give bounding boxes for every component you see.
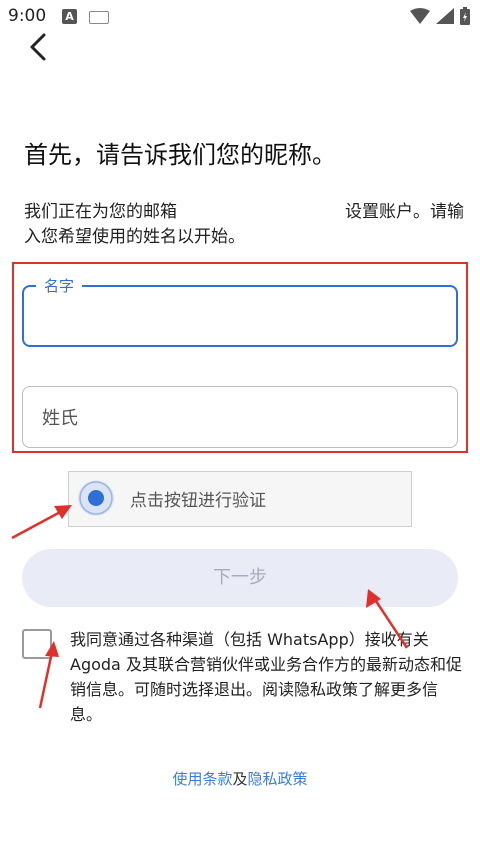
first-name-input[interactable]	[24, 287, 456, 345]
chevron-left-icon	[30, 33, 46, 61]
consent-checkbox[interactable]	[22, 629, 52, 659]
back-button[interactable]	[24, 30, 54, 64]
consent-text: 我同意通过各种渠道（包括 WhatsApp）接收有关 Agoda 及其联合营销伙…	[70, 630, 462, 724]
signal-icon	[436, 8, 454, 24]
arrow-to-captcha	[11, 505, 72, 540]
status-icons	[410, 7, 470, 25]
privacy-link[interactable]: 隐私政策	[248, 770, 308, 788]
terms-link[interactable]: 使用条款	[172, 770, 232, 788]
next-button[interactable]: 下一步	[22, 549, 458, 607]
captcha-label: 点击按钮进行验证	[130, 491, 266, 511]
last-name-placeholder: 姓氏	[42, 408, 78, 429]
notification-badge-icon: A	[62, 9, 77, 24]
footer-separator: 及	[232, 770, 248, 788]
captcha-icon[interactable]	[78, 480, 114, 516]
first-name-field[interactable]	[22, 285, 458, 347]
status-time: 9:00	[8, 6, 47, 26]
description-before-email: 我们正在为您的邮箱	[24, 202, 177, 222]
captcha-target-icon	[79, 481, 113, 515]
first-name-label: 名字	[36, 275, 83, 296]
wifi-icon	[410, 8, 430, 24]
keyboard-icon	[89, 11, 109, 24]
status-bar: 9:00 A	[0, 0, 480, 34]
page-title: 首先，请告诉我们您的昵称。	[24, 141, 336, 169]
footer-links: 使用条款及隐私政策	[0, 768, 480, 789]
description: 我们正在为您的邮箱 设置账户。请输入您希望使用的姓名以开始。	[24, 200, 474, 250]
last-name-field[interactable]	[22, 386, 458, 448]
battery-icon	[460, 7, 470, 25]
